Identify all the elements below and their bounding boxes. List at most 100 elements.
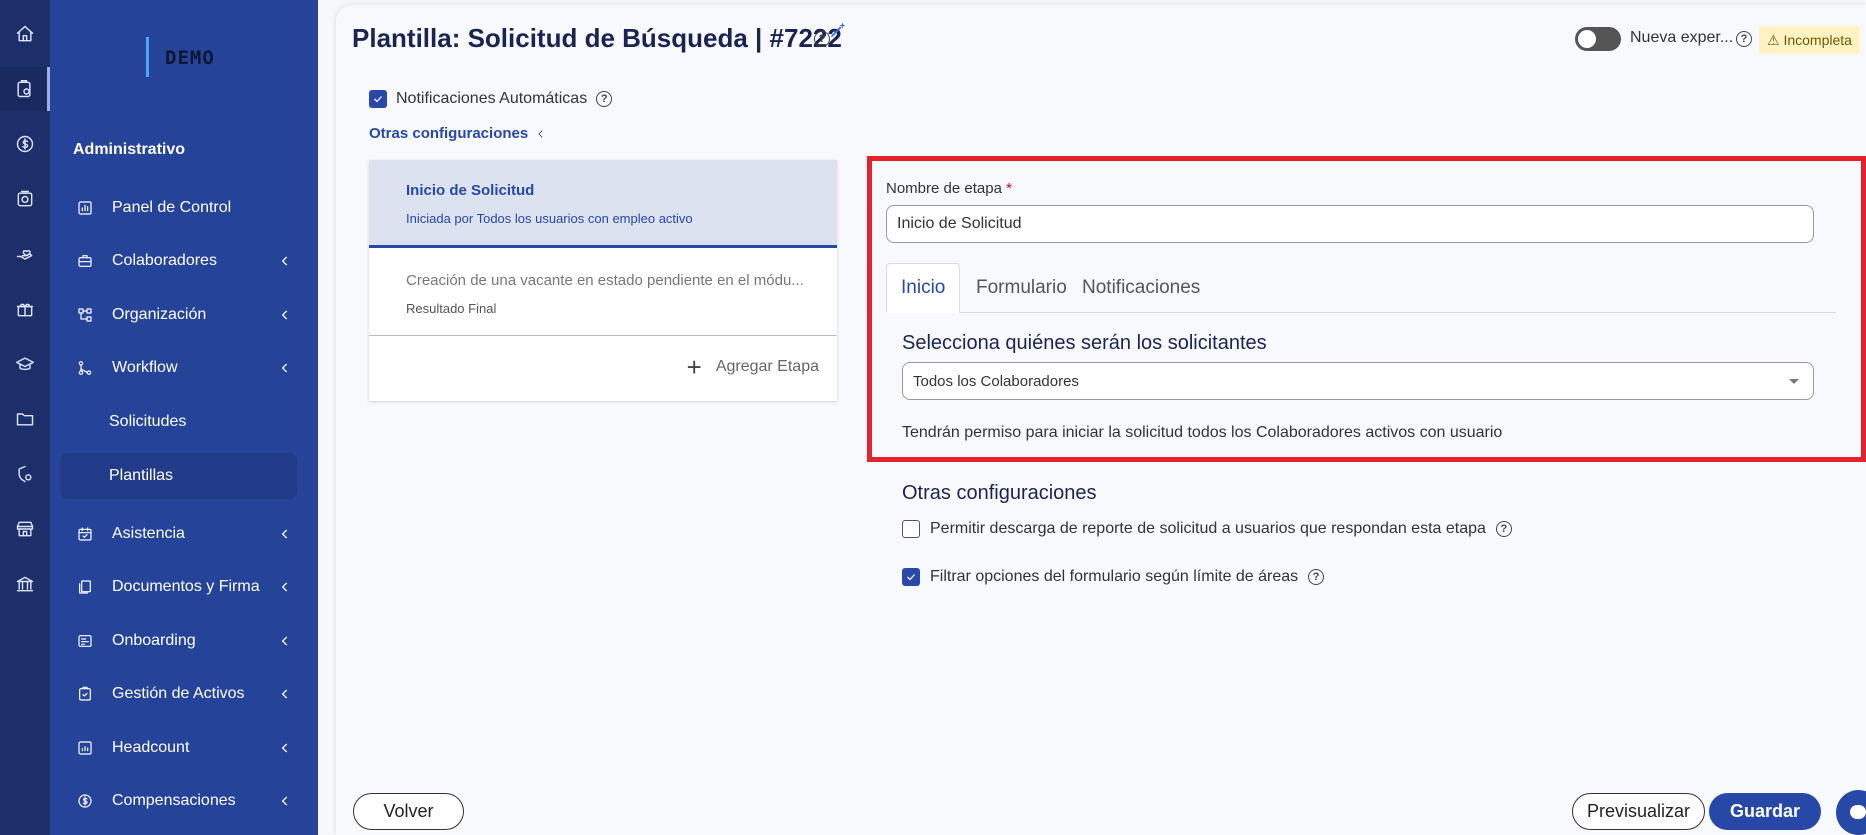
sidebar-item-colaboradores[interactable]: Colaboradores	[60, 238, 297, 284]
sidebar-item-label: Workflow	[112, 359, 178, 376]
auto-notifications-checkbox[interactable]	[369, 90, 387, 108]
stage-subtitle: Resultado Final	[406, 301, 497, 316]
sidebar: DEMO Administrativo Panel de Control Col…	[50, 0, 362, 835]
new-experience-label: Nueva exper...	[1630, 29, 1734, 46]
stage-name-label-text: Nombre de etapa	[886, 180, 1002, 197]
tab-inicio[interactable]: Inicio	[886, 263, 961, 313]
add-stage-button[interactable]: + Agregar Etapa	[686, 352, 819, 382]
sidebar-section-title: Administrativo	[73, 141, 186, 158]
download-report-label: Permitir descarga de reporte de solicitu…	[930, 520, 1486, 537]
stage-item-creacion-vacante[interactable]: Creación de una vacante en estado pendie…	[369, 248, 837, 336]
help-icon[interactable]: ?	[814, 31, 830, 47]
help-icon[interactable]: ?	[596, 91, 613, 107]
sidebar-item-label: Onboarding	[112, 632, 196, 649]
preview-button[interactable]: Previsualizar	[1572, 793, 1705, 830]
chat-fab[interactable]	[1836, 790, 1866, 835]
permission-description: Tendrán permiso para iniciar la solicitu…	[902, 424, 1503, 441]
briefcase-icon	[60, 253, 100, 269]
rail-hand-heart-icon[interactable]	[0, 232, 50, 276]
assets-icon	[60, 686, 100, 702]
icon-rail	[0, 0, 50, 835]
org-chart-icon	[60, 307, 100, 323]
tab-notificaciones[interactable]: Notificaciones	[1068, 263, 1214, 313]
sidebar-item-documentos-y-firma[interactable]: Documentos y Firma	[60, 564, 297, 610]
other-settings-toggle[interactable]: Otras configuraciones	[369, 125, 546, 142]
main-panel: Plantilla: Solicitud de Búsqueda | #7222…	[336, 5, 1866, 835]
chevron-left-icon	[273, 254, 297, 268]
headcount-icon	[60, 740, 100, 756]
requesters-select[interactable]: Todos los Colaboradores	[902, 362, 1814, 400]
rail-clipboard-icon[interactable]	[0, 67, 50, 111]
stage-name-input[interactable]	[886, 205, 1814, 243]
onboarding-icon	[60, 633, 100, 649]
sidebar-item-organizacion[interactable]: Organización	[60, 292, 297, 338]
sidebar-item-label: Compensaciones	[112, 792, 236, 809]
sidebar-subitem-plantillas[interactable]: Plantillas	[60, 453, 297, 499]
workflow-icon	[60, 360, 100, 376]
stage-tabs: Inicio Formulario Notificaciones	[886, 263, 1836, 313]
sidebar-item-label: Panel de Control	[112, 199, 232, 216]
rail-dollar-icon[interactable]	[0, 122, 50, 166]
logo-accent-bar	[146, 37, 149, 77]
chevron-left-icon	[273, 687, 297, 701]
save-button[interactable]: Guardar	[1709, 793, 1821, 830]
requesters-title: Selecciona quiénes serán los solicitante…	[902, 332, 1267, 354]
help-icon[interactable]: ?	[1495, 521, 1512, 537]
rail-safe-icon[interactable]	[0, 177, 50, 221]
documents-icon	[60, 579, 100, 595]
caret-down-icon	[1789, 379, 1799, 384]
requesters-select-value: Todos los Colaboradores	[913, 372, 1079, 390]
rail-gift-icon[interactable]	[0, 287, 50, 331]
rail-home-icon[interactable]	[0, 12, 50, 56]
stage-name-label: Nombre de etapa *	[886, 180, 1012, 197]
sidebar-item-asistencia[interactable]: Asistencia	[60, 511, 297, 557]
download-report-checkbox[interactable]	[902, 520, 920, 538]
sidebar-item-onboarding[interactable]: Onboarding	[60, 618, 297, 664]
sidebar-item-label: Documentos y Firma	[112, 578, 260, 595]
toggle-knob	[1578, 30, 1596, 48]
status-badge: ⚠ Incompleta	[1759, 26, 1860, 54]
sidebar-item-panel-de-control[interactable]: Panel de Control	[60, 185, 297, 231]
sidebar-item-gestion-de-activos[interactable]: Gestión de Activos	[60, 671, 297, 717]
chevron-left-icon	[273, 308, 297, 322]
sidebar-item-compensaciones[interactable]: Compensaciones	[60, 778, 297, 824]
sidebar-item-label: Gestión de Activos	[112, 685, 245, 702]
rail-folder-icon[interactable]	[0, 397, 50, 441]
plus-icon: +	[686, 352, 702, 382]
sidebar-item-label: Headcount	[112, 739, 190, 756]
sidebar-subitem-solicitudes[interactable]: Solicitudes	[60, 399, 297, 445]
help-icon[interactable]: ?	[1308, 569, 1325, 585]
stage-title: Inicio de Solicitud	[406, 182, 535, 199]
chart-icon	[60, 200, 100, 216]
sidebar-item-headcount[interactable]: Headcount	[60, 725, 297, 771]
auto-notifications-label: Notificaciones Automáticas	[396, 90, 588, 107]
add-stage-label: Agregar Etapa	[715, 358, 819, 375]
tab-formulario[interactable]: Formulario	[962, 263, 1081, 313]
app-root: DEMO Administrativo Panel de Control Col…	[0, 0, 1866, 835]
help-icon[interactable]: ?	[1736, 31, 1752, 47]
compensation-icon	[60, 793, 100, 809]
rail-store-icon[interactable]	[0, 507, 50, 551]
stage-item-inicio[interactable]: Inicio de Solicitud Iniciada por Todos l…	[369, 160, 837, 248]
rail-graduation-cap-icon[interactable]	[0, 342, 50, 386]
stage-subtitle: Iniciada por Todos los usuarios con empl…	[406, 211, 693, 226]
option-filter-areas: Filtrar opciones del formulario según lí…	[902, 568, 1325, 586]
sidebar-item-label: Colaboradores	[112, 252, 217, 269]
sidebar-item-workflow[interactable]: Workflow	[60, 345, 297, 391]
stage-title: Creación de una vacante en estado pendie…	[406, 272, 804, 289]
rail-bank-icon[interactable]	[0, 562, 50, 606]
stage-list: Inicio de Solicitud Iniciada por Todos l…	[369, 160, 837, 401]
chevron-left-icon	[273, 741, 297, 755]
filter-areas-label: Filtrar opciones del formulario según lí…	[930, 568, 1299, 585]
page-title: Plantilla: Solicitud de Búsqueda | #7222	[352, 23, 842, 53]
chevron-left-icon	[273, 527, 297, 541]
chevron-left-icon	[273, 794, 297, 808]
back-button[interactable]: Volver	[353, 793, 464, 830]
option-download-report: Permitir descarga de reporte de solicitu…	[902, 520, 1512, 538]
rail-shield-gear-icon[interactable]	[0, 452, 50, 496]
magic-wand-icon[interactable]	[829, 21, 847, 39]
filter-areas-checkbox[interactable]	[902, 568, 920, 586]
auto-notifications-row: Notificaciones Automáticas ?	[369, 90, 613, 108]
other-settings-title: Otras configuraciones	[902, 482, 1097, 504]
new-experience-toggle[interactable]	[1575, 27, 1621, 51]
